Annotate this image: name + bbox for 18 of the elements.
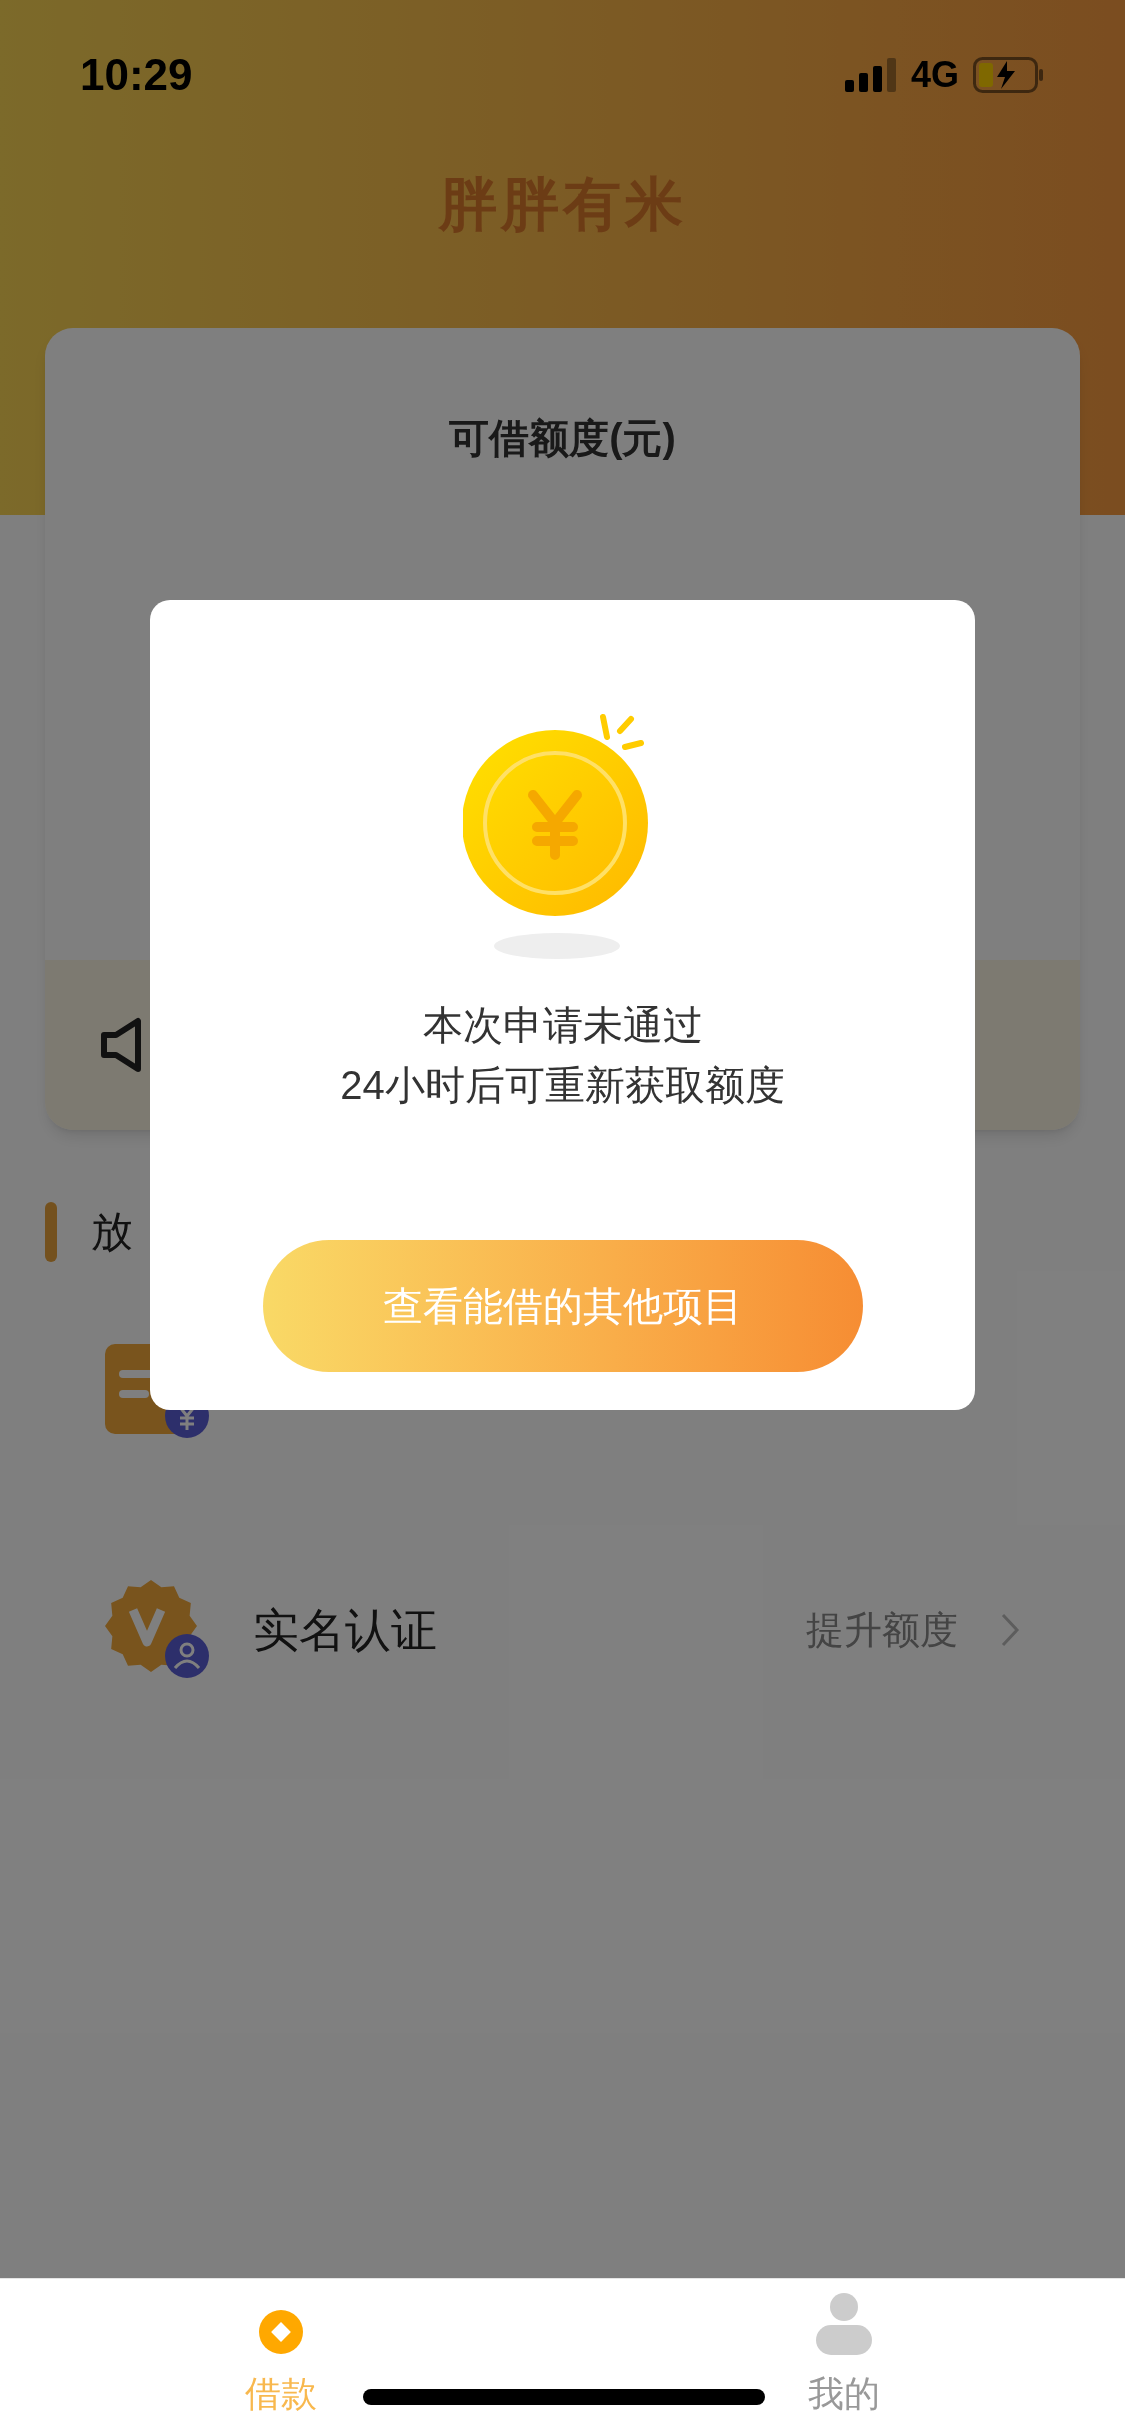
- dialog-message: 本次申请未通过: [422, 1002, 703, 1049]
- network-label: 4G: [910, 53, 959, 97]
- person-icon: [815, 2293, 872, 2355]
- section-accent-bar: [45, 1201, 57, 1262]
- credit-label: 可借额度(元): [449, 415, 676, 462]
- status-time: 10:29: [80, 49, 193, 101]
- tab-item[interactable]: 我的: [807, 2279, 880, 2429]
- tab-item[interactable]: 借款: [245, 2279, 318, 2429]
- diamond-coin-icon: [258, 2309, 305, 2355]
- badge-person-icon: [105, 1580, 211, 1680]
- menu-label: 实名认证: [253, 1602, 437, 1658]
- dialog-message: 24小时后可重新获取额度: [340, 1062, 785, 1109]
- other-projects-button[interactable]: 查看能借的其他项目: [262, 1240, 863, 1372]
- menu-row[interactable]: 实名认证 提升额度: [0, 1580, 1125, 1680]
- section-title: 放: [91, 1207, 133, 1257]
- chevron-right-icon: [1000, 1612, 1020, 1648]
- menu-action: 提升额度: [806, 1607, 958, 1653]
- speaker-icon: [100, 1017, 144, 1073]
